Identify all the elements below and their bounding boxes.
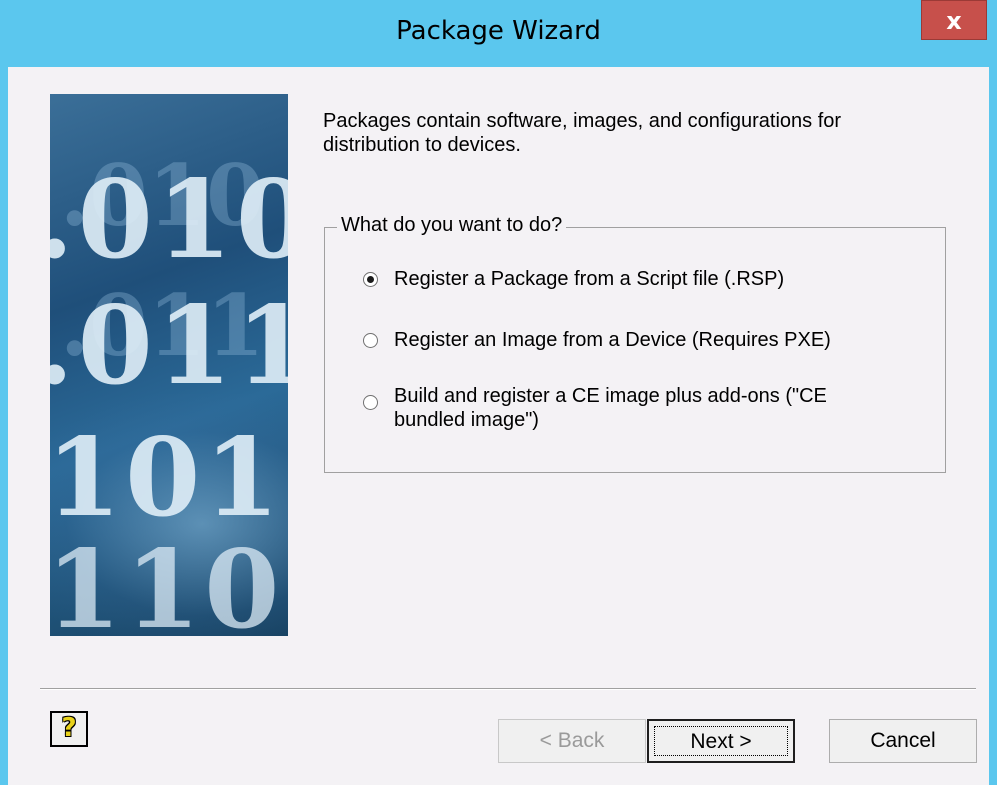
image-digits-row-3: 1010 (50, 415, 288, 541)
radio-button-selected-icon[interactable] (363, 272, 378, 287)
groupbox-legend: What do you want to do? (337, 214, 567, 237)
intro-text: Packages contain software, images, and c… (323, 110, 842, 156)
footer-divider (40, 688, 976, 690)
title-bar[interactable]: Package Wizard x (0, 0, 997, 67)
window-title: Package Wizard (396, 16, 601, 46)
focus-rectangle (654, 726, 788, 756)
cancel-button[interactable]: Cancel (829, 719, 977, 763)
package-wizard-window: Package Wizard x .010 .011 .010 .011 101… (0, 0, 997, 785)
image-digits-row-1: .010 (50, 157, 288, 283)
option-register-package-script[interactable]: Register a Package from a Script file (.… (363, 267, 914, 291)
option-build-ce-image[interactable]: Build and register a CE image plus add-o… (363, 384, 874, 432)
option-label: Build and register a CE image plus add-o… (394, 385, 827, 431)
image-digits-row-2: .011 (50, 283, 288, 409)
close-button[interactable]: x (921, 0, 987, 40)
wizard-side-image: .010 .011 .010 .011 1010 1100 (50, 94, 288, 636)
radio-button-icon[interactable] (363, 395, 378, 410)
back-button[interactable]: < Back (498, 719, 646, 763)
option-register-image-device[interactable]: Register an Image from a Device (Require… (363, 328, 914, 352)
help-button[interactable]: ? (50, 711, 88, 747)
next-button[interactable]: Next > (647, 719, 795, 763)
option-label: Register an Image from a Device (Require… (394, 329, 831, 351)
wizard-body: .010 .011 .010 .011 1010 1100 Packages c… (8, 67, 989, 785)
image-digits-row-4: 1100 (50, 527, 288, 636)
action-groupbox: What do you want to do? Register a Packa… (324, 214, 946, 473)
option-label: Register a Package from a Script file (.… (394, 268, 785, 290)
radio-button-icon[interactable] (363, 333, 378, 348)
